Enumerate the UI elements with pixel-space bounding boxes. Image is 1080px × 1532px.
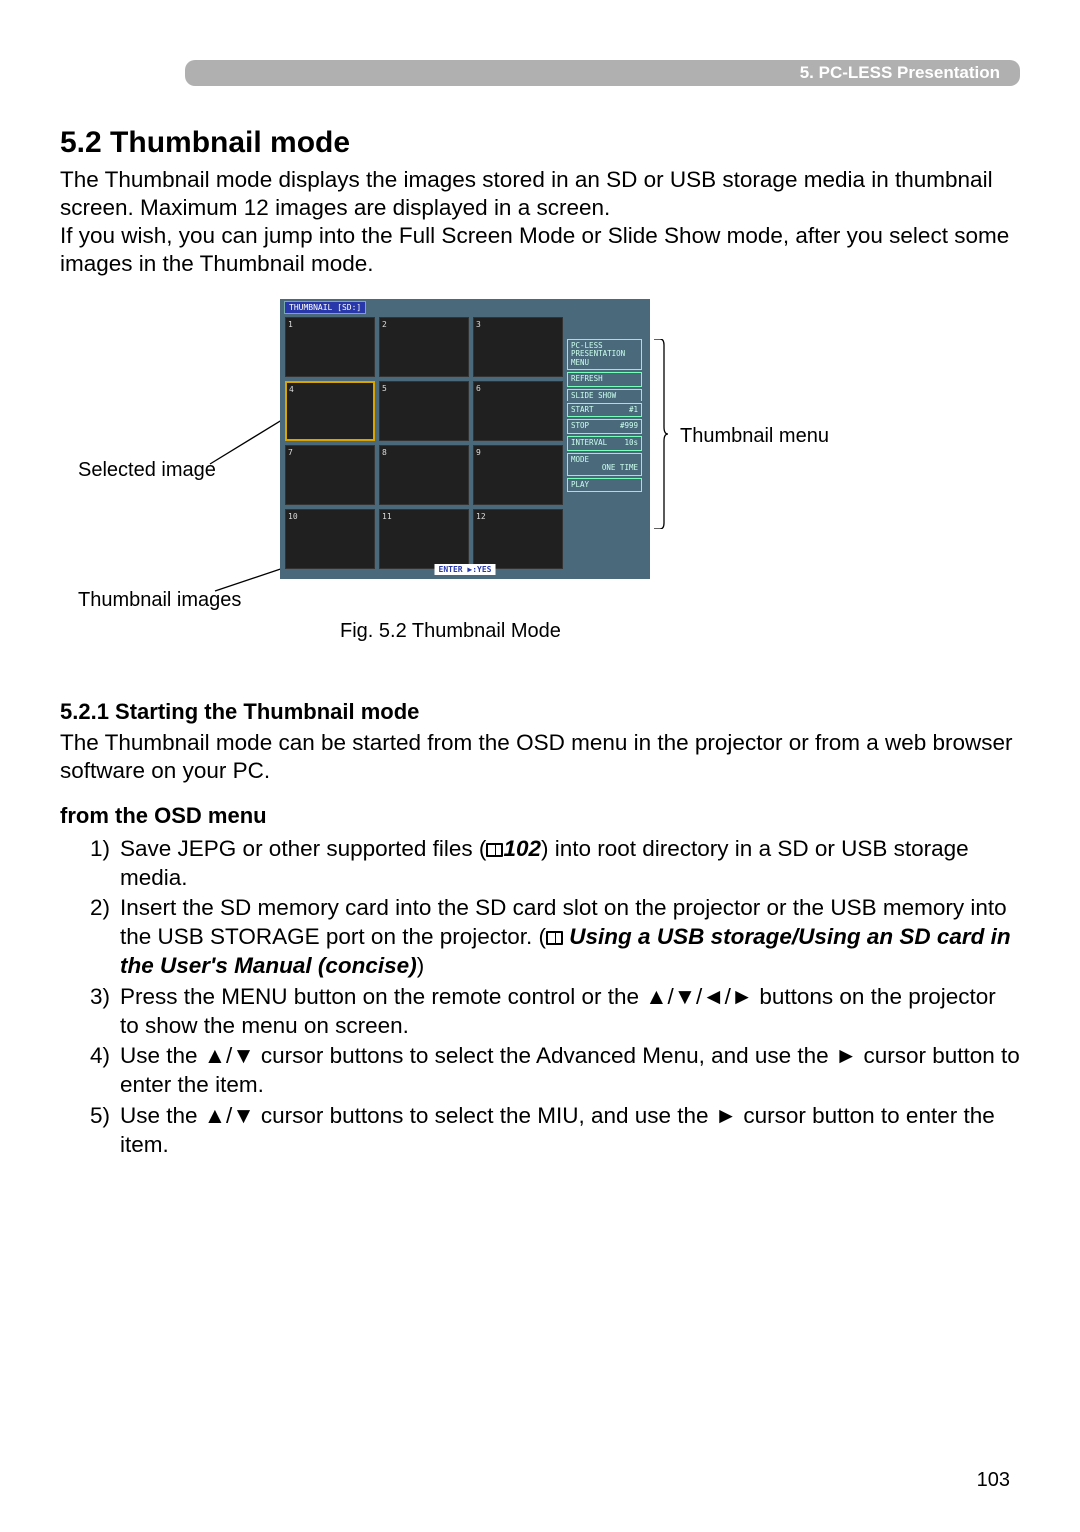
header-chapter-label: 5. PC-LESS Presentation — [800, 63, 1000, 83]
header-chapter-pill: 5. PC-LESS Presentation — [185, 60, 1020, 86]
section-title: 5.2 Thumbnail mode — [60, 126, 1020, 160]
list-item: 6 — [473, 381, 563, 441]
hint-bar: ENTER ▶:YES — [435, 564, 496, 575]
list-item: 7 — [285, 445, 375, 505]
brace-icon — [652, 339, 668, 529]
menu-row-interval: INTERVAL10s — [567, 436, 642, 451]
list-item: 10 — [285, 509, 375, 569]
list-item: 1 — [285, 317, 375, 377]
list-item: 3 — [473, 317, 563, 377]
osd-steps-list: Save JEPG or other supported files (102)… — [60, 835, 1020, 1160]
step-5: Use the ▲/▼ cursor buttons to select the… — [90, 1102, 1020, 1160]
list-item: 12 — [473, 509, 563, 569]
menu-row-start: START#1 — [567, 403, 642, 418]
step-3: Press the MENU button on the remote cont… — [90, 983, 1020, 1041]
callout-selected-image: Selected image — [78, 459, 216, 482]
menu-slideshow-label: SLIDE SHOW — [567, 389, 642, 401]
thumbnail-menu-panel: PC-LESS PRESENTATION MENU REFRESH SLIDE … — [567, 339, 642, 495]
step-1: Save JEPG or other supported files (102)… — [90, 835, 1020, 893]
menu-pcless: PC-LESS PRESENTATION MENU — [567, 339, 642, 371]
menu-row-stop: STOP#999 — [567, 419, 642, 434]
screen-title: THUMBNAIL [SD:] — [284, 301, 366, 314]
menu-play: PLAY — [567, 478, 642, 493]
callout-thumbnail-menu: Thumbnail menu — [680, 425, 829, 448]
list-item: 8 — [379, 445, 469, 505]
list-item: 2 — [379, 317, 469, 377]
subsection-title: 5.2.1 Starting the Thumbnail mode — [60, 699, 1020, 725]
page-number: 103 — [977, 1469, 1010, 1492]
figure-thumbnail-mode: Selected image Thumbnail images Thumbnai… — [60, 299, 1020, 639]
step-4: Use the ▲/▼ cursor buttons to select the… — [90, 1042, 1020, 1100]
thumbnail-grid: 1 2 3 4 5 6 7 8 9 10 11 12 — [285, 317, 563, 569]
book-icon — [546, 931, 563, 945]
list-item: 9 — [473, 445, 563, 505]
callout-thumbnail-images: Thumbnail images — [78, 589, 241, 612]
from-osd-menu-title: from the OSD menu — [60, 803, 1020, 829]
section-intro: The Thumbnail mode displays the images s… — [60, 166, 1020, 279]
list-item-selected: 4 — [285, 381, 375, 441]
subsection-intro: The Thumbnail mode can be started from t… — [60, 729, 1020, 785]
figure-caption: Fig. 5.2 Thumbnail Mode — [340, 620, 561, 643]
list-item: 5 — [379, 381, 469, 441]
projector-screen-mock: THUMBNAIL [SD:] 1 2 3 4 5 6 7 8 9 10 11 … — [280, 299, 650, 579]
book-icon — [486, 843, 503, 857]
list-item: 11 — [379, 509, 469, 569]
step-2: Insert the SD memory card into the SD ca… — [90, 894, 1020, 980]
menu-refresh: REFRESH — [567, 372, 642, 387]
menu-mode: MODE ONE TIME — [567, 453, 642, 476]
